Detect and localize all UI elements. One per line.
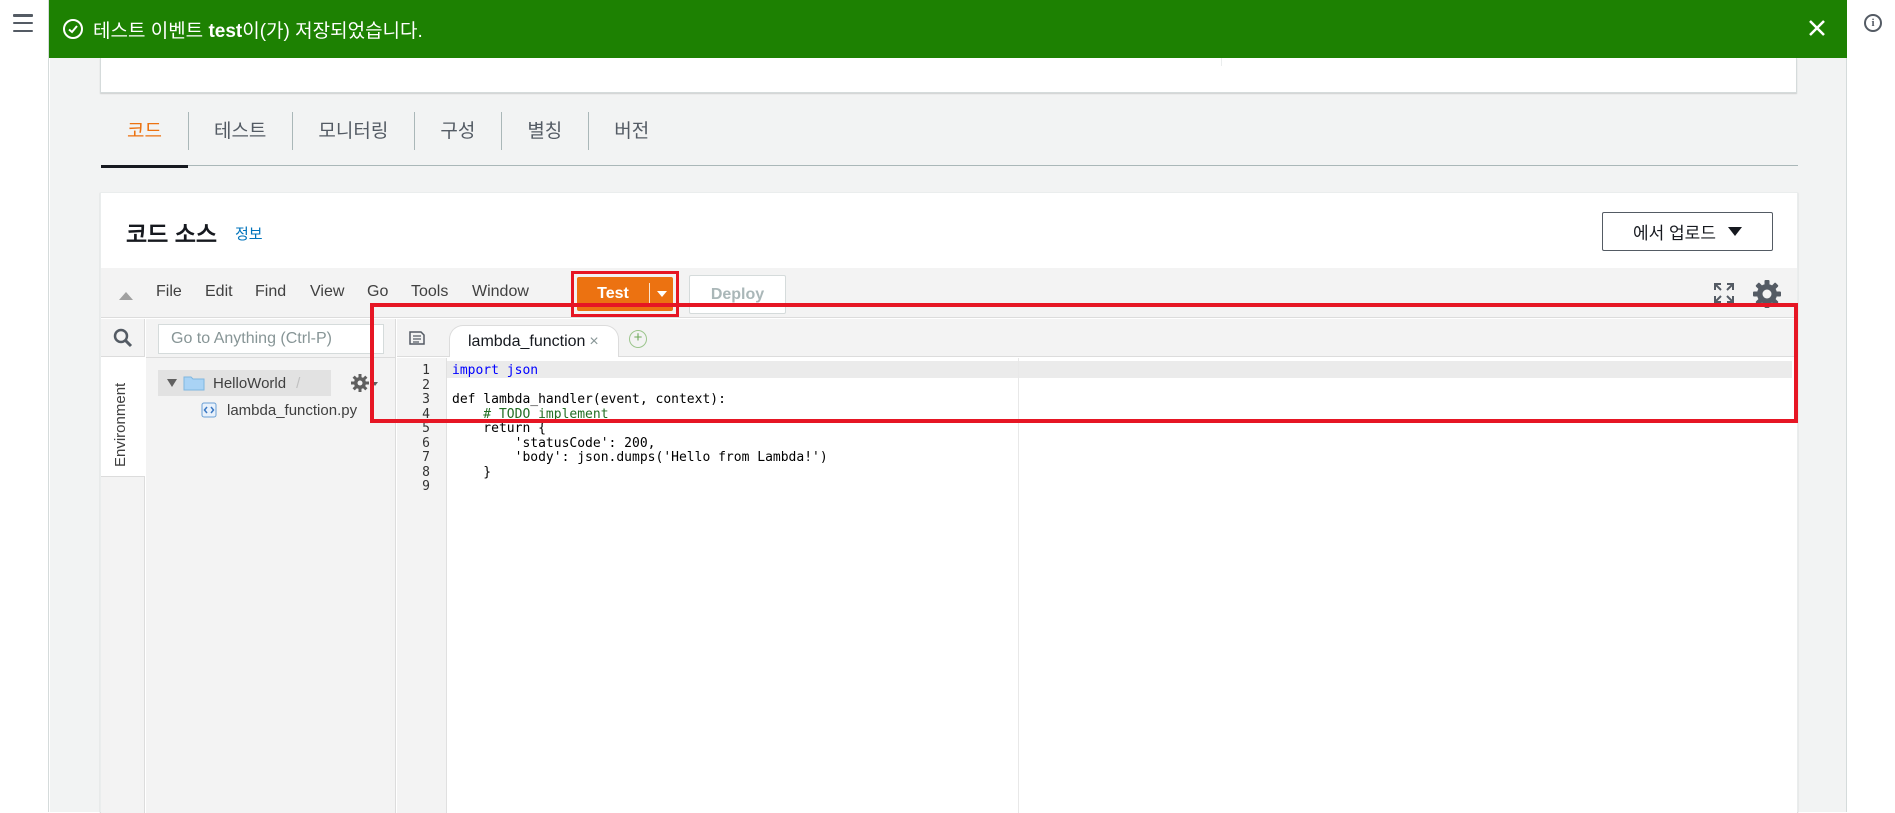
go-to-anything-input[interactable] [158, 324, 384, 354]
test-dropdown-icon[interactable] [650, 291, 673, 297]
line-number: 2 [422, 378, 430, 393]
settings-gear-icon[interactable] [1751, 278, 1783, 310]
side-strip: Environment [101, 319, 145, 813]
test-button[interactable]: Test [577, 277, 673, 311]
code-line: # TODO implement [452, 407, 609, 422]
code-editor[interactable]: lambda_function × + 1 2 3 4 5 6 7 8 9 im… [397, 319, 1797, 813]
line-number: 8 [422, 465, 430, 480]
code-line-3: def lambda_handler(event, context): [452, 392, 726, 407]
close-icon[interactable] [1805, 16, 1829, 40]
function-overview-panel [100, 58, 1797, 93]
left-nav-rail [0, 0, 49, 812]
line-number: 1 [422, 363, 430, 378]
code-line: 'body': json.dumps('Hello from Lambda!') [452, 450, 828, 465]
ide-menubar: File Edit Find View Go Tools Window Test… [101, 268, 1797, 318]
tree-file-lambda-function[interactable]: lambda_function.py [201, 399, 357, 421]
editor-tab-bar: lambda_function × + [397, 319, 1797, 357]
menu-tools[interactable]: Tools [411, 283, 448, 301]
search-icon [113, 328, 133, 347]
success-check-icon [63, 19, 83, 39]
line-number: 7 [422, 450, 430, 465]
caret-down-icon [1727, 227, 1742, 236]
environment-tab-label: Environment [112, 382, 129, 467]
tree-settings-icon[interactable] [349, 372, 379, 394]
python-file-icon [201, 402, 217, 418]
code-line: } [452, 465, 492, 480]
document-list-icon[interactable] [409, 331, 425, 345]
file-tree-panel: HelloWorld / [146, 319, 396, 813]
menu-view[interactable]: View [310, 283, 344, 301]
code-line: import json [452, 363, 538, 378]
tab-test[interactable]: 테스트 [187, 108, 292, 166]
flash-message: 테스트 이벤트 test이(가) 저장되었습니다. [93, 20, 423, 42]
upload-from-label: 에서 업로드 [1633, 224, 1716, 243]
tree-folder-helloworld[interactable]: HelloWorld / [158, 370, 331, 396]
editor-tab-lambda-function[interactable]: lambda_function × [449, 325, 619, 357]
menu-file[interactable]: File [156, 283, 182, 301]
function-tabs: 코드 테스트 모니터링 구성 별칭 버전 [101, 108, 1798, 168]
tab-configuration[interactable]: 구성 [414, 108, 501, 166]
fullscreen-icon[interactable] [1713, 282, 1735, 304]
folder-icon [183, 376, 205, 391]
folder-label: HelloWorld [213, 374, 287, 392]
code-line: 'statusCode': 200, [452, 436, 656, 451]
tab-code[interactable]: 코드 [101, 108, 188, 168]
test-button-highlight: Test [571, 271, 679, 317]
file-label: lambda_function.py [227, 401, 358, 419]
tab-versions[interactable]: 버전 [588, 108, 675, 166]
line-number: 3 [422, 392, 430, 407]
code-text: import json def lambda_handler(event, co… [452, 358, 1792, 813]
upload-from-button[interactable]: 에서 업로드 [1602, 212, 1773, 251]
menu-go[interactable]: Go [367, 283, 388, 301]
test-button-label: Test [597, 285, 629, 302]
line-number: 5 [422, 421, 430, 436]
search-toggle[interactable] [101, 319, 145, 357]
collapse-menu-icon[interactable] [119, 292, 133, 300]
editor-tab-label: lambda_function [468, 332, 586, 350]
flash-event-name: test [208, 20, 243, 42]
success-flashbar: 테스트 이벤트 test이(가) 저장되었습니다. [49, 0, 1847, 58]
ide-body: Environment HelloWorld / [101, 319, 1797, 813]
tab-monitoring[interactable]: 모니터링 [292, 108, 414, 166]
right-tools-rail [1846, 0, 1895, 812]
tab-aliases[interactable]: 별칭 [501, 108, 588, 166]
line-number: 4 [422, 407, 430, 422]
code-line: def lambda_handler(event, context): [452, 392, 726, 407]
expand-triangle-icon[interactable] [167, 379, 177, 387]
deploy-button[interactable]: Deploy [689, 275, 786, 314]
line-number: 9 [422, 479, 430, 494]
code-line-1: import json [452, 363, 539, 378]
line-number: 6 [422, 436, 430, 451]
code-line: return { [452, 421, 546, 436]
menu-find[interactable]: Find [255, 283, 286, 301]
menu-window[interactable]: Window [472, 283, 529, 301]
environment-tab[interactable]: Environment [101, 357, 145, 477]
add-tab-icon[interactable]: + [629, 330, 647, 348]
code-source-title: 코드 소스 [126, 221, 218, 247]
line-number-gutter: 1 2 3 4 5 6 7 8 9 [397, 358, 447, 813]
menu-edit[interactable]: Edit [205, 283, 233, 301]
info-link[interactable]: 정보 [235, 223, 263, 244]
menu-icon[interactable] [13, 14, 33, 32]
tab-close-icon[interactable]: × [589, 333, 598, 351]
code-source-container: 코드 소스 정보 에서 업로드 File Edit Find View Go T… [100, 192, 1798, 813]
info-icon[interactable]: i [1864, 14, 1882, 32]
